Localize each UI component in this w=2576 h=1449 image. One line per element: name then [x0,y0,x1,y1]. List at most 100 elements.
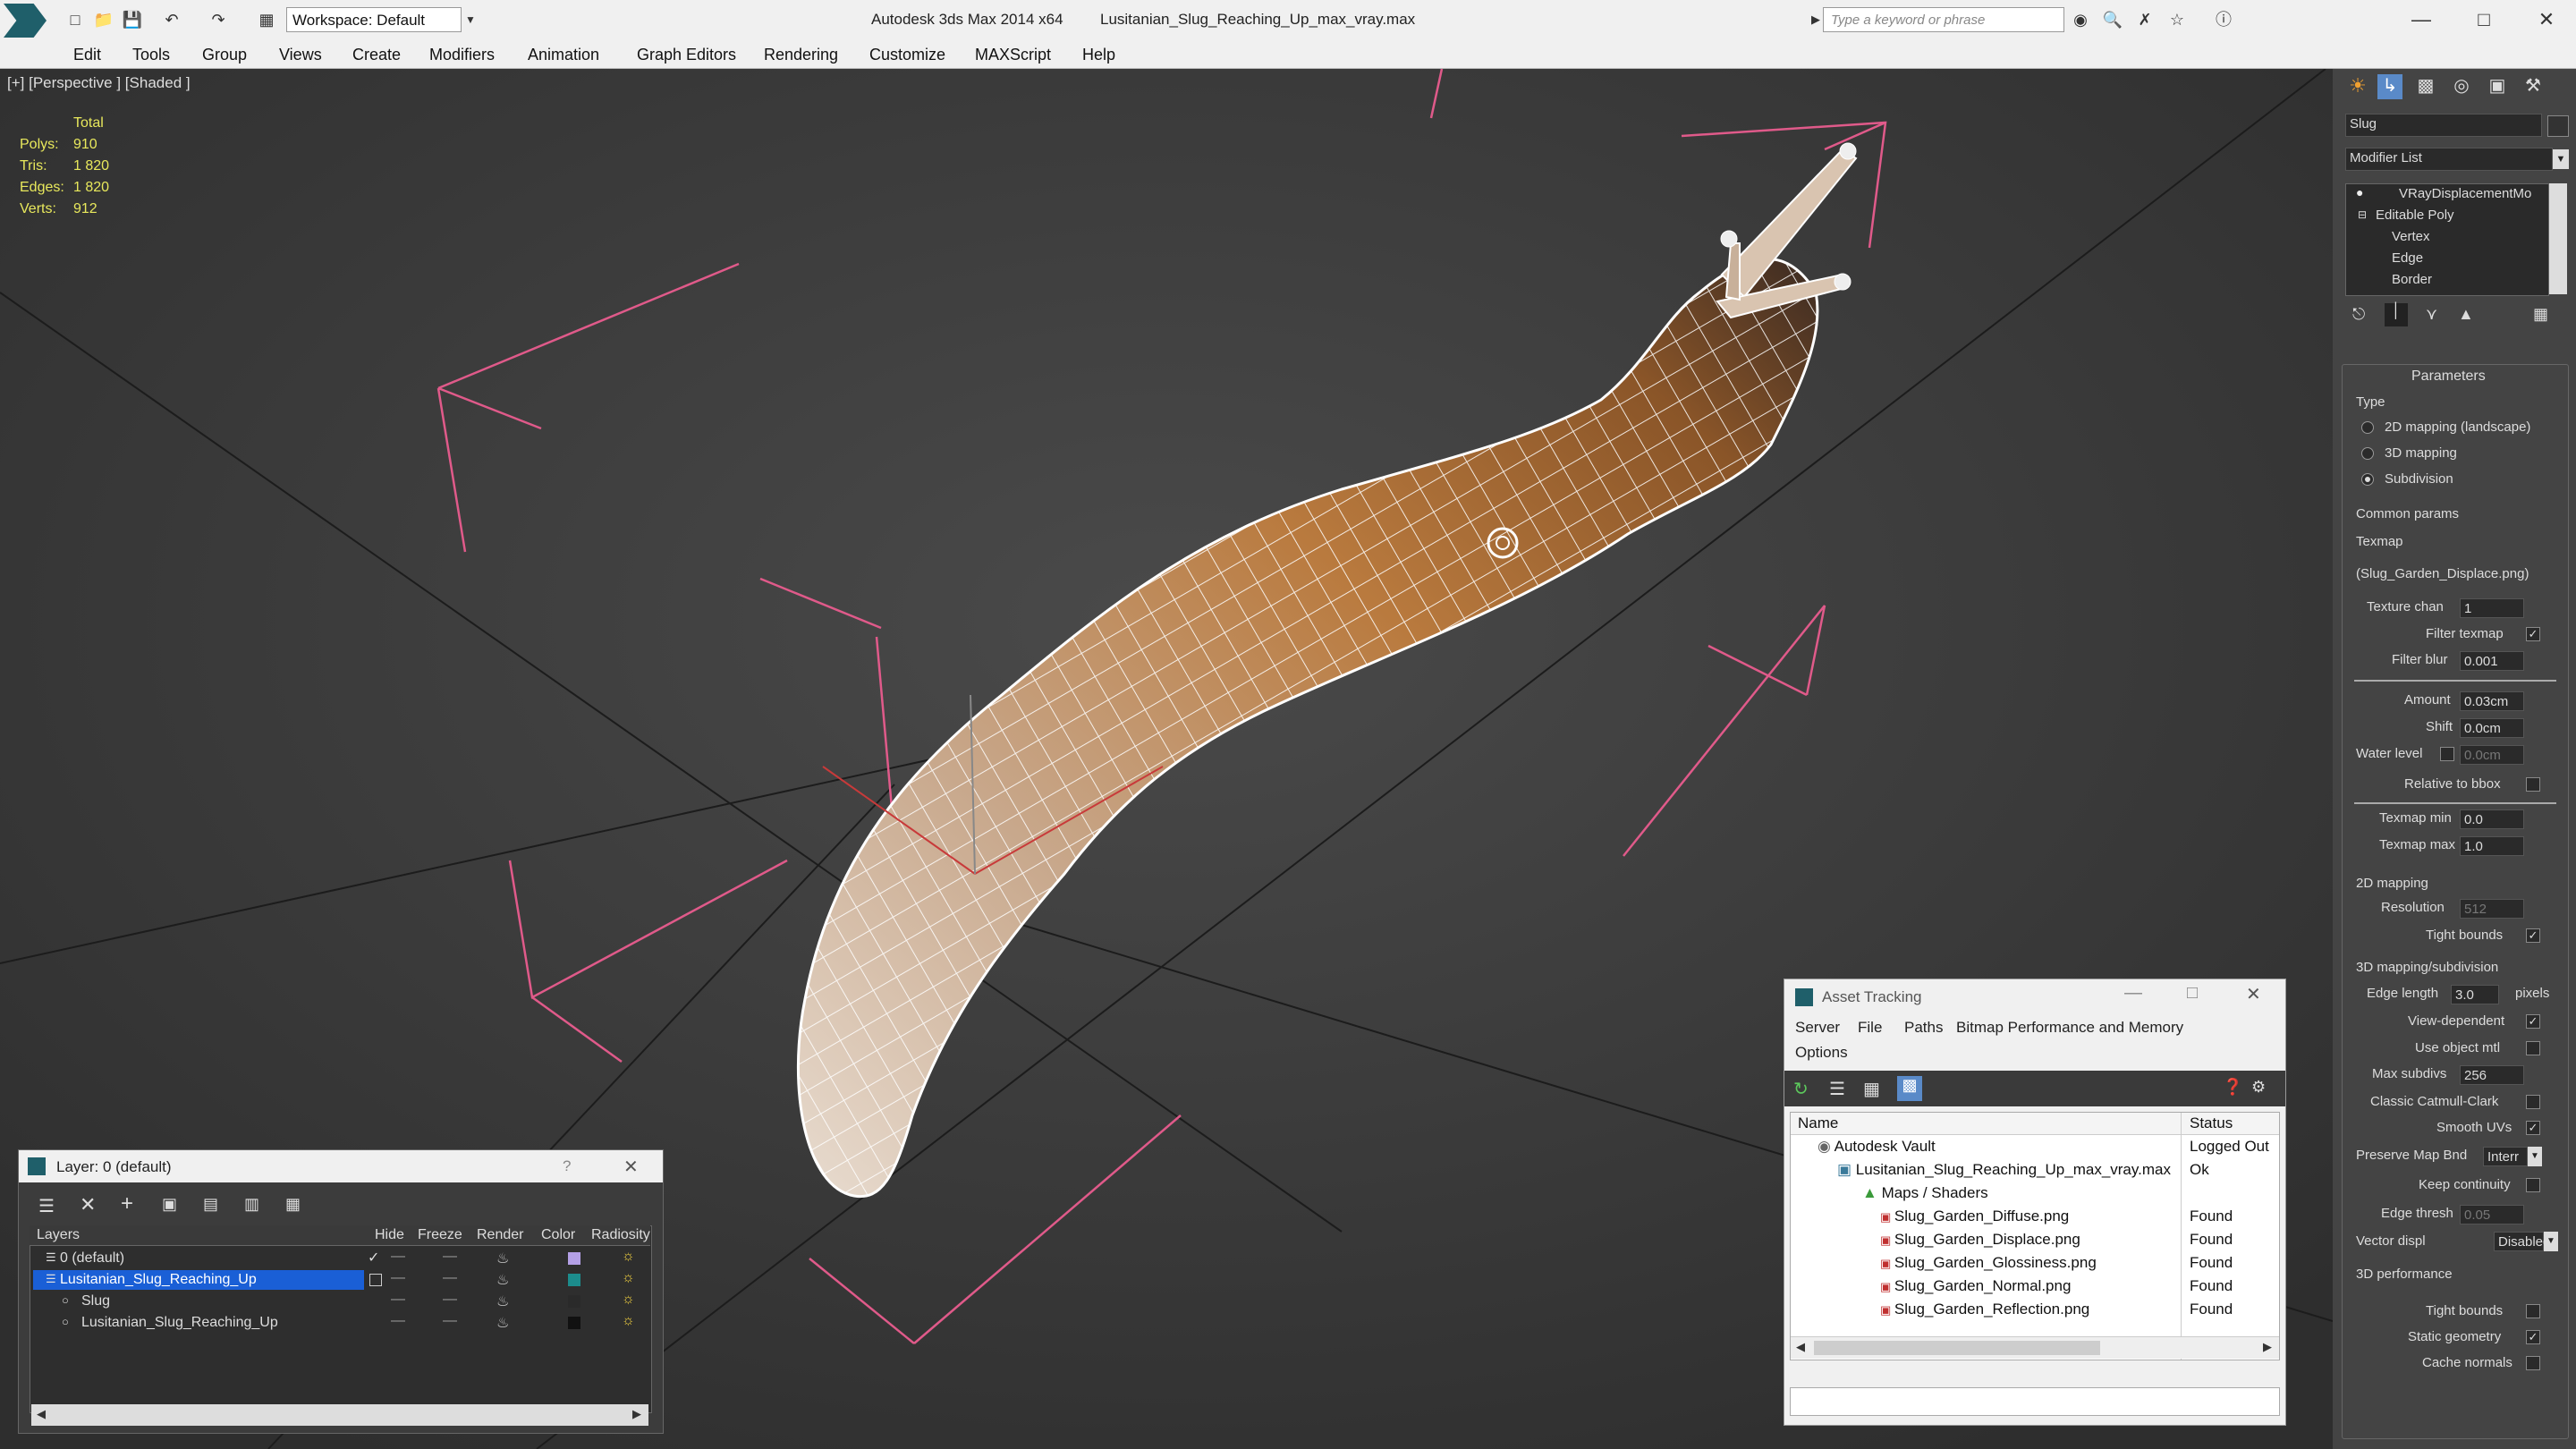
menu-modifiers[interactable]: Modifiers [429,46,495,64]
parameters-rollout-title[interactable]: Parameters [2411,369,2486,385]
minimize-button[interactable]: — [2397,5,2445,34]
binoculars-icon[interactable]: ◉ [2070,9,2091,30]
asset-menu-options[interactable]: Options [1795,1044,1848,1062]
type-subdivision-label[interactable]: Subdivision [2385,471,2453,487]
object-name-field[interactable]: Slug [2345,114,2542,137]
asset-row-vault[interactable]: ◉ Autodesk Vault [1818,1138,1936,1156]
view-dependent-checkbox[interactable]: ✓ [2526,1014,2540,1029]
save-file-icon[interactable]: 💾 [122,9,143,30]
stack-scrollbar[interactable] [2549,183,2567,294]
hide-all-layers-icon[interactable]: ▥ [244,1195,259,1214]
menu-animation[interactable]: Animation [528,46,599,64]
close-button[interactable]: ✕ [2522,5,2571,34]
asset-row-map[interactable]: ▣ Slug_Garden_Glossiness.png [1880,1254,2097,1272]
favorites-star-icon[interactable]: ☆ [2166,9,2188,30]
col-render[interactable]: Render [477,1227,523,1243]
workspace-dropdown[interactable]: Workspace: Default [286,7,462,32]
freeze-all-layers-icon[interactable]: ▦ [285,1195,301,1214]
stack-item-vertex[interactable]: Vertex [2392,229,2430,244]
add-to-layer-icon[interactable]: + [121,1191,133,1216]
stack-item-editable-poly[interactable]: Editable Poly [2376,208,2454,223]
vector-displ-dropdown[interactable]: Disabled [2494,1232,2550,1251]
menu-help[interactable]: Help [1082,46,1115,64]
hide-toggle[interactable]: — [391,1249,405,1265]
object-color-swatch[interactable] [568,1295,580,1308]
type-3d-mapping-label[interactable]: 3D mapping [2385,445,2457,461]
radiosity-icon[interactable]: ☼ [622,1270,635,1286]
asset-col-status[interactable]: Status [2190,1114,2233,1132]
redo-icon[interactable]: ↷ [208,9,229,30]
vector-displ-chevron-icon[interactable]: ▼ [2544,1232,2558,1251]
layer-object-row[interactable]: ○ Lusitanian_Slug_Reaching_Up — — ♨ ☼ [31,1313,648,1333]
light-bulb-icon[interactable]: ● [2356,185,2363,199]
asset-menu-file[interactable]: File [1858,1019,1882,1037]
table-view-icon[interactable]: ▩ [1897,1076,1922,1101]
menu-create[interactable]: Create [352,46,401,64]
create-tab-icon[interactable]: ☀ [2345,74,2370,99]
asset-close-button[interactable]: ✕ [2246,983,2261,1005]
stack-item-edge[interactable]: Edge [2392,250,2423,266]
asset-minimize-button[interactable]: — [2124,983,2142,1004]
filter-texmap-checkbox[interactable]: ✓ [2526,627,2540,641]
smooth-uvs-checkbox[interactable]: ✓ [2526,1121,2540,1135]
active-layer-check-icon[interactable]: ✓ [368,1249,379,1267]
modifier-list-dropdown[interactable]: Modifier List [2345,148,2553,171]
remove-modifier-icon[interactable]: ▲ [2458,305,2474,324]
menu-views[interactable]: Views [279,46,322,64]
texture-chan-input[interactable]: 1 [2460,598,2524,618]
edge-thresh-input[interactable]: 0.05 [2460,1205,2524,1224]
app-logo-icon[interactable] [4,4,47,38]
tight-bounds-3d-checkbox[interactable] [2526,1304,2540,1318]
new-file-icon[interactable]: □ [64,9,86,30]
object-color-swatch[interactable] [2547,115,2569,137]
use-object-mtl-checkbox[interactable] [2526,1041,2540,1055]
filter-blur-input[interactable]: 0.001 [2460,651,2524,671]
radiosity-icon[interactable]: ☼ [622,1313,635,1329]
tight-bounds-2d-checkbox[interactable]: ✓ [2526,928,2540,943]
layer-dialog-close-button[interactable]: ✕ [623,1156,639,1178]
scroll-left-icon[interactable]: ◀ [37,1407,46,1421]
object-color-swatch[interactable] [568,1317,580,1329]
asset-maximize-button[interactable]: □ [2187,983,2198,1004]
menu-graph-editors[interactable]: Graph Editors [637,46,736,64]
select-objects-icon[interactable]: ▣ [162,1195,177,1214]
menu-customize[interactable]: Customize [869,46,945,64]
preserve-map-bnd-dropdown[interactable]: Interr [2483,1147,2528,1166]
scroll-left-icon[interactable]: ◀ [1796,1340,1805,1354]
shift-input[interactable]: 0.0cm [2460,718,2524,738]
max-subdivs-input[interactable]: 256 [2460,1065,2524,1085]
refresh-icon[interactable]: ↻ [1793,1078,1809,1100]
resolution-input[interactable]: 512 [2460,899,2524,919]
asset-row-map[interactable]: ▣ Slug_Garden_Diffuse.png [1880,1208,2069,1225]
menu-maxscript[interactable]: MAXScript [975,46,1051,64]
type-3d-mapping-radio[interactable] [2361,447,2374,460]
water-level-checkbox[interactable] [2440,747,2454,761]
keep-continuity-checkbox[interactable] [2526,1178,2540,1192]
modify-tab-icon[interactable]: ↳ [2377,74,2402,99]
hide-toggle[interactable]: — [391,1313,405,1329]
freeze-toggle[interactable]: — [443,1270,457,1286]
cache-normals-checkbox[interactable] [2526,1356,2540,1370]
type-subdivision-radio[interactable] [2361,473,2374,486]
layer-dialog-help-button[interactable]: ? [563,1157,571,1175]
col-hide[interactable]: Hide [375,1227,404,1243]
hide-toggle[interactable]: — [391,1292,405,1308]
menu-group[interactable]: Group [202,46,247,64]
texmap-min-input[interactable]: 0.0 [2460,809,2524,829]
asset-horizontal-scrollbar[interactable]: ◀ ▶ [1791,1336,2279,1359]
layer-row[interactable]: ☰ 0 (default) ✓ — — ♨ ☼ [31,1249,648,1268]
motion-tab-icon[interactable]: ◎ [2449,74,2474,99]
menu-tools[interactable]: Tools [132,46,170,64]
subscription-icon[interactable]: ✗ [2134,9,2156,30]
type-2d-mapping-radio[interactable] [2361,421,2374,434]
asset-row-map[interactable]: ▣ Slug_Garden_Displace.png [1880,1231,2080,1249]
utilities-tab-icon[interactable]: ⚒ [2521,74,2546,99]
pin-stack-icon[interactable]: ⎋ [2352,305,2365,324]
col-layers[interactable]: Layers [37,1227,80,1243]
communication-center-icon[interactable]: 🔍 [2102,9,2123,30]
scroll-right-icon[interactable]: ▶ [632,1407,641,1421]
open-file-icon[interactable]: 📁 [93,9,114,30]
asset-row-max-file[interactable]: ▣ Lusitanian_Slug_Reaching_Up_max_vray.m… [1837,1161,2171,1179]
show-end-result-icon[interactable]: │ [2385,303,2408,326]
freeze-toggle[interactable]: — [443,1292,457,1308]
